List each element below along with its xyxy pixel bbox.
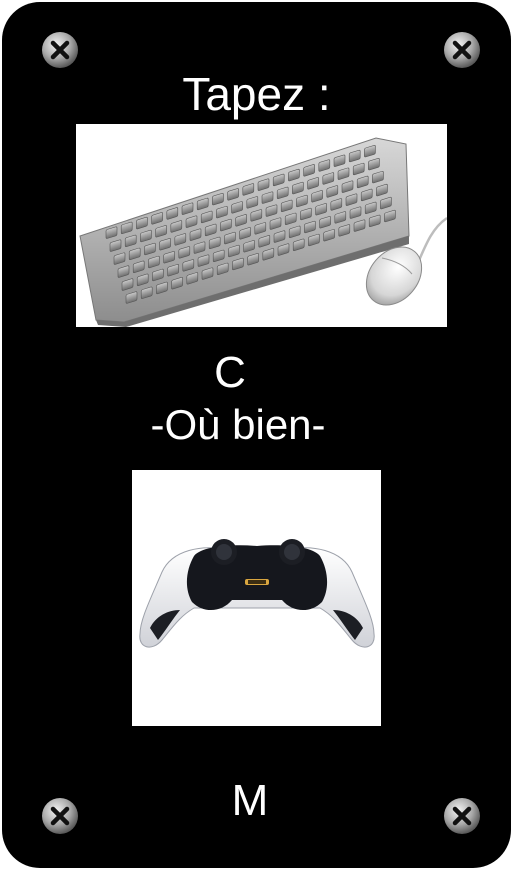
screw-icon [40, 796, 80, 836]
controller-key-label: M [231, 776, 269, 825]
keyboard-and-mouse-picture [76, 124, 447, 327]
instruction-title: Tapez : [182, 68, 331, 120]
keyboard-key-label: C [214, 348, 246, 397]
screw-icon [442, 30, 482, 70]
separator-text: -Où bien- [150, 401, 326, 448]
screw-icon [40, 30, 80, 70]
screw-icon [442, 796, 482, 836]
gamepad-controller-picture [132, 470, 381, 726]
